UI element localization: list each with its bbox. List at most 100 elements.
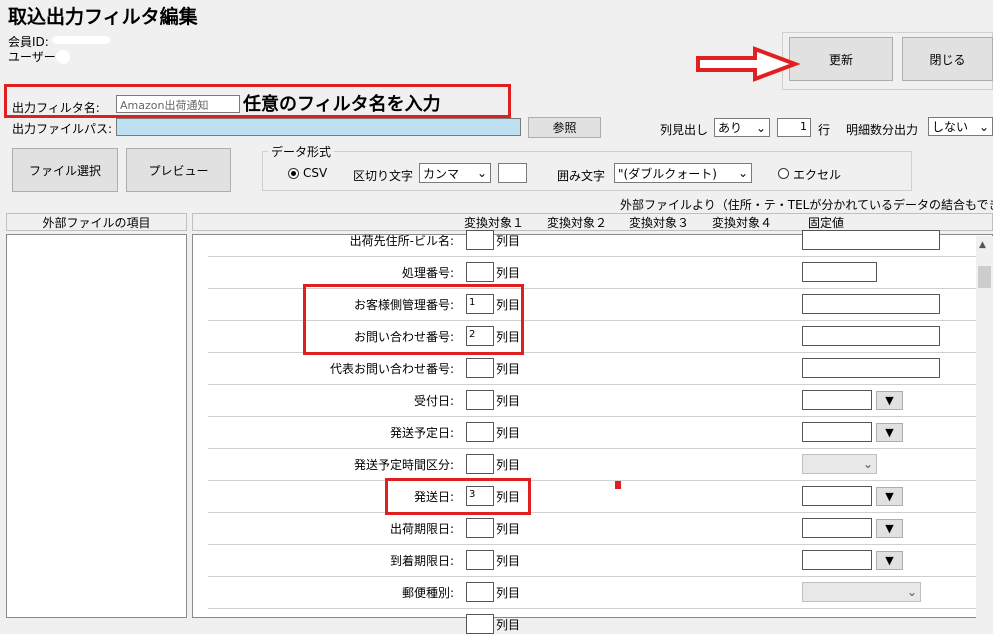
conv1-header: 変換対象１ [464,216,525,230]
mapping-row: 受付日: [208,392,454,408]
conv4-header: 変換対象４ [712,216,773,230]
date-picker-icon[interactable]: ▼ [876,519,903,538]
conv1-column-input[interactable] [466,262,494,282]
delimiter-value: カンマ [423,166,460,181]
row-separator [208,416,985,417]
field-label: 代表お問い合わせ番号: [329,362,454,376]
external-items-list[interactable] [6,234,187,618]
conv1-column-input[interactable] [466,390,494,410]
field-label: 出荷期限日: [389,522,454,536]
filter-name-label: 出力フィルタ名: [12,101,100,115]
row-separator [208,384,985,385]
detail-output-value: しない [932,120,969,134]
ship-date-highlight [385,478,531,515]
fixed-value-input[interactable] [802,358,940,378]
quote-label: 囲み文字 [557,169,606,183]
csv-label: CSV [303,166,328,180]
conv1-column-input[interactable] [466,422,494,442]
conv3-header: 変換対象３ [629,216,690,230]
column-unit-label: 列目 [496,458,521,472]
conv1-column-input[interactable] [466,582,494,602]
date-picker-icon[interactable]: ▼ [876,487,903,506]
field-label: 発送予定時間区分: [353,458,454,472]
chevron-down-icon: ⌄ [862,457,873,471]
fixed-date-input[interactable] [802,390,872,410]
column-unit-label: 列目 [496,266,521,280]
fixed-value-input[interactable] [802,294,940,314]
row-separator [208,512,985,513]
fixed-date-input[interactable] [802,486,872,506]
chevron-down-icon: ⌄ [476,166,487,180]
mapping-row: 郵便種別: [208,584,454,600]
column-unit-label: 列目 [496,394,521,408]
conv1-column-input[interactable] [466,358,494,378]
window-title: 取込出力フィルタ編集 [8,6,198,28]
chevron-down-icon: ⌄ [755,120,766,135]
column-unit-label: 列目 [496,234,521,248]
mapping-row: 発送予定時間区分: [208,456,454,472]
preview-button[interactable]: プレビュー [126,148,231,192]
column-unit-label: 列目 [496,554,521,568]
filter-name-annotation: 任意のフィルタ名を入力 [243,94,441,115]
close-button[interactable]: 閉じる [902,37,993,81]
fixed-date-input[interactable] [802,422,872,442]
scrollbar[interactable]: ▲ [976,236,993,618]
mapping-row: 代表お問い合わせ番号: [208,360,454,376]
external-panel-header: 外部ファイルの項目 [6,213,187,231]
conv1-column-input[interactable] [466,454,494,474]
scroll-thumb[interactable] [978,266,991,288]
quote-select[interactable]: "(ダブルクォート) ⌄ [614,163,752,183]
row-separator [208,576,985,577]
browse-button[interactable]: 参照 [528,117,601,138]
fixed-value-select[interactable]: ⌄ [802,582,921,602]
fixed-value-select[interactable]: ⌄ [802,454,877,474]
conv1-column-input[interactable] [466,230,494,250]
delimiter-select[interactable]: カンマ ⌄ [419,163,491,183]
date-picker-icon[interactable]: ▼ [876,423,903,442]
fixed-date-input[interactable] [802,550,872,570]
header-row-input[interactable]: 1 [777,118,811,137]
redacted-member-id [52,36,110,44]
fixed-value-input[interactable] [802,262,877,282]
fixed-value-input[interactable] [802,326,940,346]
fixed-date-input[interactable] [802,518,872,538]
row-separator [208,448,985,449]
conv2-header: 変換対象２ [547,216,608,230]
excel-radio[interactable] [778,168,789,179]
fixed-value-header: 固定値 [808,216,845,230]
mapping-row: 出荷期限日: [208,520,454,536]
csv-radio[interactable] [288,168,299,179]
delimiter-custom-input[interactable] [498,163,527,183]
date-picker-icon[interactable]: ▼ [876,551,903,570]
date-picker-icon[interactable]: ▼ [876,391,903,410]
conv1-column-input[interactable] [466,518,494,538]
redacted-user [56,50,70,64]
fixed-value-input[interactable] [802,230,940,250]
output-path-input[interactable] [116,118,521,136]
detail-output-select[interactable]: しない ⌄ [928,117,993,136]
column-header-select[interactable]: あり ⌄ [714,118,770,137]
conv1-column-input[interactable] [466,550,494,570]
row-separator [208,480,985,481]
field-label: 到着期限日: [389,554,454,568]
column-unit-label: 列目 [496,586,521,600]
row-separator [208,544,985,545]
update-button[interactable]: 更新 [789,37,893,81]
data-format-label: データ形式 [268,143,335,160]
column-unit-label: 列目 [496,362,521,376]
field-label: 処理番号: [401,266,454,280]
chevron-down-icon: ⌄ [737,166,748,180]
delimiter-label: 区切り文字 [353,169,414,183]
scroll-up-icon[interactable]: ▲ [979,240,986,250]
tracking-fields-highlight [303,284,524,355]
conv1-column-input[interactable] [466,614,494,634]
file-select-button[interactable]: ファイル選択 [12,148,118,192]
row-separator [208,256,985,257]
radio-dot-icon [291,171,296,176]
excel-label: エクセル [793,168,842,182]
user-label: ユーザー: [8,50,60,64]
join-note: 外部ファイルより（住所・テ・TELが分かれているデータの結合もできます。） [620,198,993,212]
filter-name-input[interactable]: Amazon出荷通知 [116,95,240,113]
column-unit-label: 列目 [496,522,521,536]
chevron-down-icon: ⌄ [978,119,989,134]
